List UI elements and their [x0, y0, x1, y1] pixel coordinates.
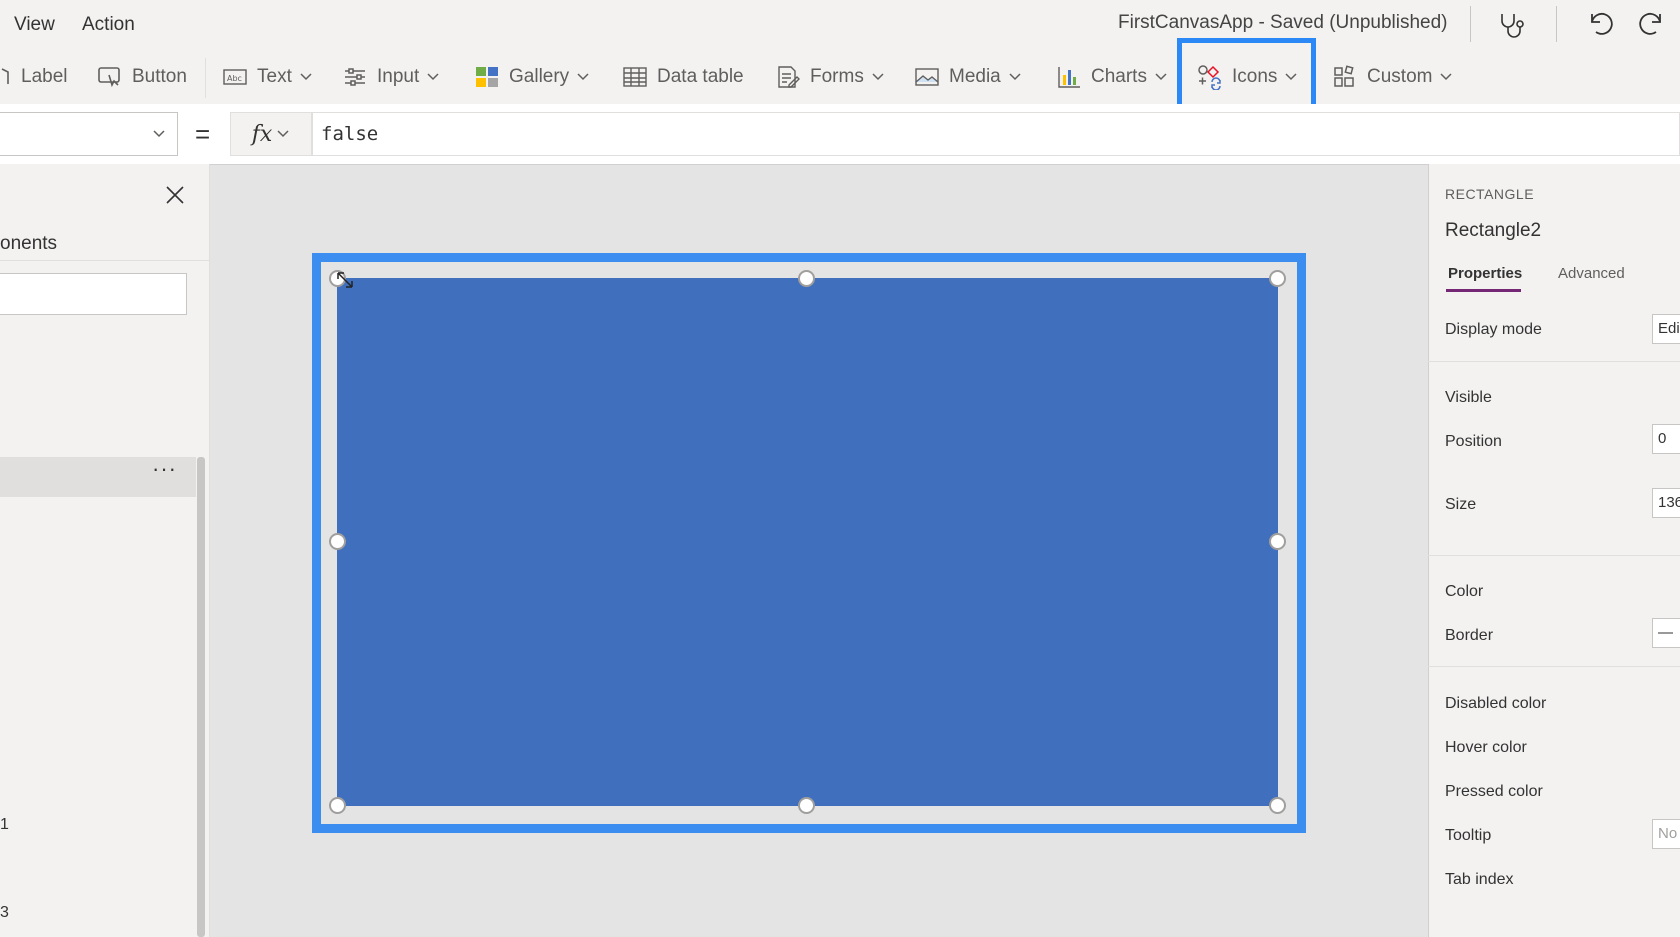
insert-gallery-label: Gallery — [509, 66, 570, 87]
resize-handle-bottom-right[interactable] — [1269, 797, 1286, 814]
resize-handle-top[interactable] — [798, 270, 815, 287]
label-icon — [1, 68, 9, 84]
formula-input[interactable]: false — [312, 112, 1680, 156]
forms-icon — [778, 66, 800, 88]
insert-input-dropdown[interactable]: Input — [342, 59, 440, 95]
divider — [205, 58, 206, 98]
chevron-down-icon — [1009, 73, 1021, 81]
insert-custom-dropdown[interactable]: Custom — [1332, 59, 1453, 95]
divider — [1428, 666, 1680, 667]
rectangle2-shape[interactable] — [337, 278, 1278, 806]
control-type-label: RECTANGLE — [1445, 186, 1535, 202]
button-icon — [98, 67, 120, 88]
scrollbar[interactable] — [197, 457, 205, 937]
menu-view[interactable]: View — [14, 14, 55, 36]
chevron-down-icon — [872, 73, 884, 81]
tree-item-label[interactable]: 3 — [0, 904, 9, 922]
chevron-down-icon — [153, 130, 165, 138]
insert-button-text: Button — [132, 66, 187, 87]
divider — [1470, 6, 1471, 42]
resize-handle-left[interactable] — [329, 533, 346, 550]
gallery-icon — [476, 67, 498, 87]
svg-text:Abc: Abc — [227, 74, 242, 83]
divider — [1428, 555, 1680, 556]
insert-text-dropdown[interactable]: Abc Text — [222, 59, 313, 95]
display-mode-dropdown[interactable]: Edi — [1652, 314, 1680, 344]
active-tab-indicator — [1446, 289, 1521, 292]
border-label: Border — [1445, 627, 1494, 644]
insert-charts-label: Charts — [1091, 66, 1147, 87]
insert-forms-label: Forms — [810, 66, 864, 87]
control-name[interactable]: Rectangle2 — [1445, 220, 1541, 242]
size-width-input[interactable]: 136 — [1652, 488, 1680, 518]
resize-handle-right[interactable] — [1269, 533, 1286, 550]
visible-label: Visible — [1445, 389, 1492, 406]
equals-sign: = — [195, 119, 211, 149]
icons-highlight-box — [1177, 38, 1316, 114]
app-checker-stethoscope-icon[interactable] — [1494, 6, 1530, 42]
insert-label-button[interactable]: Label — [0, 59, 68, 95]
insert-data-table-label: Data table — [657, 66, 744, 87]
hover-color-label: Hover color — [1445, 739, 1527, 756]
tree-item-label[interactable]: 1 — [0, 816, 9, 834]
menu-action[interactable]: Action — [82, 14, 135, 36]
chevron-down-icon — [277, 130, 289, 138]
insert-text-label: Text — [257, 66, 292, 87]
text-abc-icon: Abc — [223, 69, 247, 85]
chevron-down-icon — [300, 73, 312, 81]
search-input[interactable] — [0, 273, 187, 315]
tab-index-label: Tab index — [1445, 871, 1514, 888]
input-sliders-icon — [345, 68, 365, 86]
chevron-down-icon — [577, 73, 589, 81]
cursor-resize-icon — [335, 270, 357, 292]
tooltip-input[interactable]: No — [1652, 819, 1680, 849]
insert-custom-label: Custom — [1367, 66, 1433, 87]
function-button[interactable]: fx — [230, 112, 312, 156]
tooltip-label: Tooltip — [1445, 827, 1492, 844]
resize-handle-bottom[interactable] — [798, 797, 815, 814]
data-table-icon — [623, 67, 647, 87]
charts-icon — [1058, 67, 1080, 88]
more-options-icon[interactable]: ··· — [152, 456, 177, 482]
position-x-input[interactable]: 0 — [1652, 424, 1680, 454]
insert-media-label: Media — [949, 66, 1001, 87]
tab-properties[interactable]: Properties — [1448, 265, 1522, 282]
insert-label-text: Label — [21, 66, 68, 87]
divider — [1428, 361, 1680, 362]
resize-handle-top-right[interactable] — [1269, 270, 1286, 287]
border-style-dropdown[interactable]: — — [1652, 618, 1680, 648]
divider — [1556, 6, 1557, 42]
insert-button-button[interactable]: Button — [97, 59, 187, 95]
insert-input-label: Input — [377, 66, 420, 87]
tab-advanced[interactable]: Advanced — [1558, 265, 1625, 282]
undo-icon[interactable] — [1582, 6, 1618, 42]
disabled-color-label: Disabled color — [1445, 695, 1547, 712]
chevron-down-icon — [1440, 73, 1452, 81]
size-label: Size — [1445, 496, 1477, 513]
media-image-icon — [915, 68, 939, 86]
tab-components[interactable]: onents — [0, 233, 57, 255]
custom-component-icon — [1334, 65, 1354, 87]
close-icon[interactable] — [163, 183, 187, 207]
resize-handle-bottom-left[interactable] — [329, 797, 346, 814]
divider — [0, 260, 209, 261]
redo-icon[interactable] — [1634, 6, 1670, 42]
position-label: Position — [1445, 433, 1502, 450]
insert-forms-dropdown[interactable]: Forms — [775, 59, 885, 95]
display-mode-label: Display mode — [1445, 321, 1542, 338]
pressed-color-label: Pressed color — [1445, 783, 1543, 800]
chevron-down-icon — [1155, 73, 1167, 81]
chevron-down-icon — [427, 73, 439, 81]
insert-data-table-button[interactable]: Data table — [622, 59, 744, 95]
insert-gallery-dropdown[interactable]: Gallery — [474, 59, 590, 95]
app-title: FirstCanvasApp - Saved (Unpublished) — [1118, 12, 1448, 33]
fx-icon: fx — [251, 121, 273, 147]
insert-media-dropdown[interactable]: Media — [914, 59, 1022, 95]
insert-charts-dropdown[interactable]: Charts — [1056, 59, 1168, 95]
property-dropdown[interactable] — [0, 112, 178, 156]
color-label: Color — [1445, 583, 1484, 600]
